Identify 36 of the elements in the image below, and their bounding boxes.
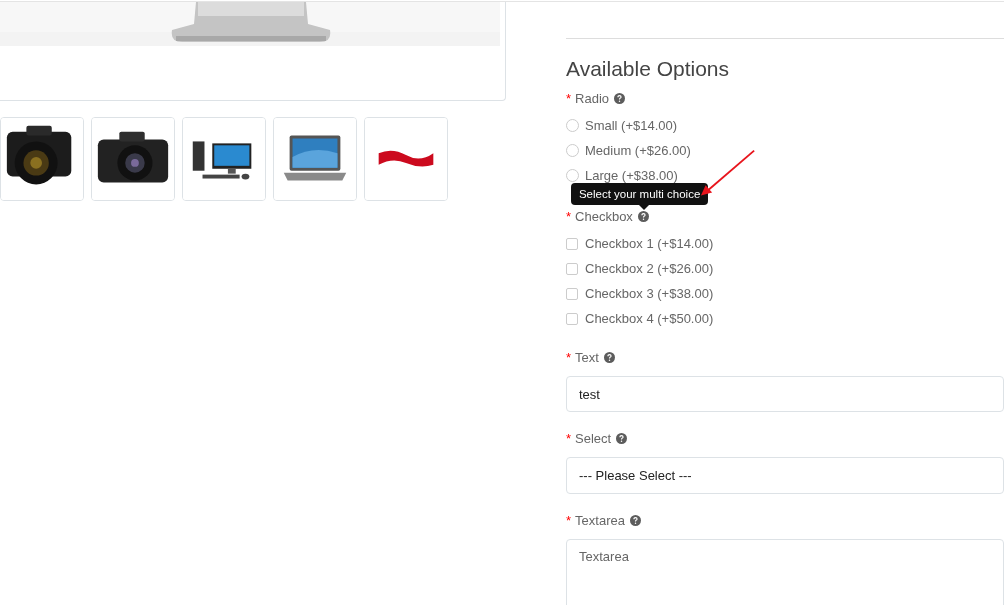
field-label: Checkbox xyxy=(575,208,633,224)
field-label: Textarea xyxy=(575,512,625,528)
option-label: Checkbox 2 (+$26.00) xyxy=(585,261,714,276)
tooltip: Select your multi choice xyxy=(570,182,709,205)
checkbox[interactable] xyxy=(566,287,578,300)
text-field[interactable]: test xyxy=(566,376,1004,412)
help-icon[interactable] xyxy=(614,92,626,104)
annotation-arrow xyxy=(699,148,756,197)
required-mark: * xyxy=(566,349,572,365)
option-label: Checkbox 3 (+$38.00) xyxy=(585,286,714,301)
textarea-field[interactable]: Textarea xyxy=(566,539,1004,605)
help-icon[interactable] xyxy=(616,432,628,444)
option-label: Large (+$38.00) xyxy=(585,168,678,183)
help-icon[interactable] xyxy=(603,351,615,363)
field-label: Text xyxy=(575,349,599,365)
field-label: Radio xyxy=(575,90,610,106)
help-icon[interactable] xyxy=(637,210,649,222)
option-label: Checkbox 1 (+$14.00) xyxy=(585,236,714,251)
required-mark: * xyxy=(566,430,572,446)
radio-button[interactable] xyxy=(566,169,579,182)
field-label: Select xyxy=(575,430,612,446)
option-label: Medium (+$26.00) xyxy=(585,143,691,158)
section-heading: Available Options xyxy=(566,56,731,82)
required-mark: * xyxy=(566,512,572,528)
help-icon[interactable] xyxy=(629,514,641,526)
select-dropdown[interactable]: --- Please Select --- xyxy=(566,457,1004,494)
required-mark: * xyxy=(566,208,572,224)
checkbox[interactable] xyxy=(566,237,578,250)
tooltip-pointer xyxy=(638,204,649,210)
checkbox[interactable] xyxy=(566,312,578,325)
radio-button[interactable] xyxy=(566,119,579,132)
checkbox[interactable] xyxy=(566,262,578,275)
radio-button[interactable] xyxy=(566,144,579,157)
option-label: Small (+$14.00) xyxy=(585,118,678,133)
required-mark: * xyxy=(566,90,572,106)
option-label: Checkbox 4 (+$50.00) xyxy=(585,311,714,326)
